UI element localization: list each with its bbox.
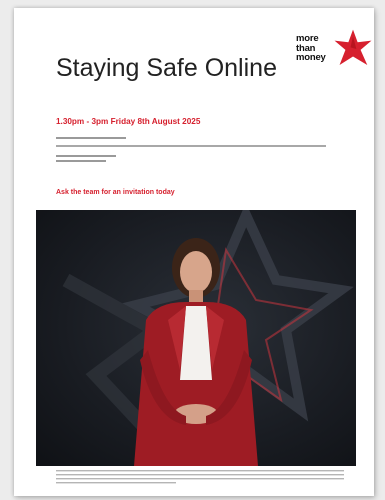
star-outline-graphic: [62, 210, 354, 466]
body-text-lines: [56, 137, 326, 162]
fine-print-lines: [56, 470, 344, 484]
flyer-page: more than money Staying Safe Online 1.30…: [14, 8, 374, 496]
event-datetime: 1.30pm - 3pm Friday 8th August 2025: [56, 117, 201, 126]
red-star-icon: [334, 29, 372, 65]
invitation-cta: Ask the team for an invitation today: [56, 189, 175, 196]
brand-wordmark: more than money: [296, 33, 326, 63]
event-title: Staying Safe Online: [56, 54, 277, 82]
hero-photo: [36, 210, 356, 466]
